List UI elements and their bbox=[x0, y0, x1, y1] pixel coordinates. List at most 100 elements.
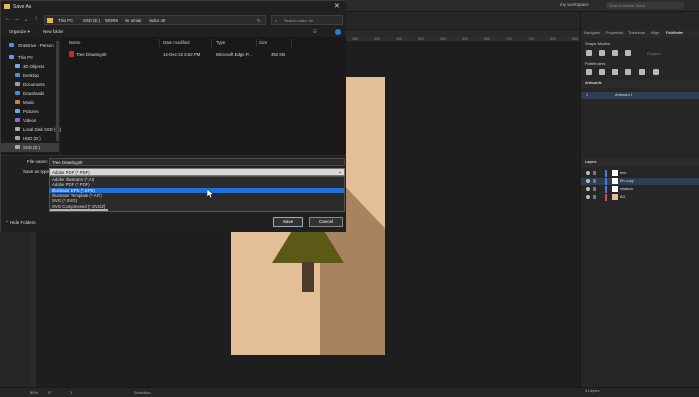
merge-icon[interactable] bbox=[612, 69, 618, 75]
nav-item-music[interactable]: Music bbox=[1, 98, 59, 107]
save-button[interactable]: Save bbox=[273, 217, 303, 227]
ruler-tick-label: 500 bbox=[418, 37, 424, 41]
nav-item-downloads[interactable]: Downloads bbox=[1, 89, 59, 98]
layer-row[interactable]: Bh copy bbox=[581, 178, 699, 185]
tab-properties[interactable]: Properties bbox=[606, 31, 623, 35]
app-window: my workspace Search Adobe Stock 360 400 45… bbox=[0, 0, 699, 397]
expand-button[interactable]: Expand bbox=[647, 51, 661, 56]
help-icon[interactable] bbox=[335, 29, 341, 35]
workspace-switcher[interactable]: my workspace bbox=[560, 2, 589, 7]
view-options-icon[interactable]: ☰ bbox=[313, 29, 317, 35]
layer-row[interactable]: BG bbox=[581, 194, 699, 201]
column-header-size[interactable]: Size bbox=[259, 40, 267, 45]
minus-front-icon[interactable] bbox=[599, 50, 605, 56]
breadcrumb-sir-umair[interactable]: sir umair bbox=[125, 18, 141, 23]
artboard-row-name: Artboard 1 bbox=[615, 93, 633, 97]
column-header-name[interactable]: Name bbox=[69, 40, 80, 45]
layer-thumbnail bbox=[612, 186, 618, 192]
unite-icon[interactable] bbox=[586, 50, 592, 56]
up-button[interactable]: ↑ bbox=[32, 16, 40, 22]
cancel-button[interactable]: Cancel bbox=[309, 217, 343, 227]
tab-align[interactable]: Align bbox=[651, 31, 659, 35]
nav-item-label: 3D Objects bbox=[23, 63, 45, 69]
artboard-row[interactable]: 1 Artboard 1 bbox=[581, 92, 699, 99]
minus-back-icon[interactable] bbox=[653, 69, 659, 75]
exclude-icon[interactable] bbox=[625, 50, 631, 56]
lock-icon[interactable] bbox=[593, 187, 596, 191]
breadcrumb-ssd[interactable]: SSD (E:) bbox=[83, 18, 100, 23]
outline-icon[interactable] bbox=[639, 69, 645, 75]
layer-row[interactable]: tree bbox=[581, 170, 699, 177]
nav-item-label: Pictures bbox=[23, 108, 39, 114]
artboard-number[interactable]: 1 bbox=[70, 390, 72, 395]
visibility-icon[interactable] bbox=[586, 179, 590, 183]
command-bar: Organize ▾ New folder ☰ bbox=[1, 27, 346, 37]
nav-scrollbar[interactable] bbox=[56, 41, 59, 141]
crop-icon[interactable] bbox=[625, 69, 631, 75]
dropdown-scrollbar[interactable] bbox=[50, 209, 108, 211]
nav-item-pictures[interactable]: Pictures bbox=[1, 107, 59, 116]
tab-layers[interactable]: Layers bbox=[585, 160, 596, 164]
rotation-value[interactable]: 0° bbox=[48, 390, 52, 395]
tab-navigator[interactable]: Navigator bbox=[584, 31, 600, 35]
tree-trunk[interactable] bbox=[302, 262, 314, 292]
zoom-level[interactable]: 50% bbox=[30, 390, 38, 395]
mouse-cursor-icon bbox=[207, 189, 214, 198]
save-as-type-dropdown: Adobe Illustrator (*.AI) Adobe PDF (*.PD… bbox=[49, 176, 345, 212]
file-name-input[interactable]: Tree Drawing40 bbox=[49, 158, 345, 166]
nav-item-videos[interactable]: Videos bbox=[1, 116, 59, 125]
back-button[interactable]: ← bbox=[4, 16, 12, 22]
nav-item-hdd-d[interactable]: HDD (D:) bbox=[1, 134, 59, 143]
drive-icon bbox=[15, 136, 20, 140]
layers-panel-header: Layers bbox=[581, 159, 699, 167]
stock-search-input[interactable]: Search Adobe Stock bbox=[606, 2, 684, 9]
save-as-type-select[interactable]: Adobe PDF (*.PDF) ⌄ bbox=[49, 168, 345, 176]
divide-icon[interactable] bbox=[586, 69, 592, 75]
breadcrumb-video-40[interactable]: video 40 bbox=[149, 18, 165, 23]
visibility-icon[interactable] bbox=[586, 195, 590, 199]
column-divider[interactable] bbox=[159, 39, 160, 47]
forward-button[interactable]: → bbox=[13, 16, 21, 22]
new-folder-button[interactable]: New folder bbox=[43, 29, 64, 34]
visibility-icon[interactable] bbox=[586, 171, 590, 175]
nav-item-documents[interactable]: Documents bbox=[1, 80, 59, 89]
tab-pathfinder[interactable]: Pathfinder bbox=[666, 31, 683, 35]
column-divider[interactable] bbox=[211, 39, 212, 47]
nav-item-this-pc[interactable]: This PC bbox=[1, 53, 59, 62]
hide-folders-button[interactable]: ⌃ Hide Folders bbox=[5, 220, 36, 226]
column-header-type[interactable]: Type bbox=[216, 40, 225, 45]
tab-artboards[interactable]: Artboards bbox=[585, 81, 601, 85]
file-size: 392 KB bbox=[271, 52, 286, 57]
column-divider[interactable] bbox=[256, 39, 257, 47]
refresh-icon[interactable]: ↻ bbox=[257, 18, 261, 24]
organize-button[interactable]: Organize ▾ bbox=[9, 29, 30, 35]
intersect-icon[interactable] bbox=[612, 50, 618, 56]
visibility-icon[interactable] bbox=[586, 187, 590, 191]
address-bar[interactable]: This PC SSD (E:) WORK sir umair video 40… bbox=[44, 15, 266, 25]
breadcrumb-work[interactable]: WORK bbox=[105, 18, 118, 23]
lock-icon[interactable] bbox=[593, 195, 596, 199]
recent-dropdown-button[interactable]: ⌄ bbox=[22, 16, 30, 23]
lock-icon[interactable] bbox=[593, 171, 596, 175]
nav-item-local-disk-c[interactable]: Local Disk SSD (C:) bbox=[1, 125, 61, 134]
nav-item-desktop[interactable]: Desktop bbox=[1, 71, 59, 80]
nav-item-ssd-e[interactable]: SSD (E:) bbox=[1, 143, 59, 152]
search-input[interactable]: ⌕ Search video 40 bbox=[271, 15, 343, 25]
music-icon bbox=[15, 100, 20, 104]
breadcrumb-this-pc[interactable]: This PC bbox=[58, 18, 73, 23]
layer-row[interactable]: shadow bbox=[581, 186, 699, 193]
close-button[interactable]: ✕ bbox=[334, 2, 340, 10]
column-divider[interactable] bbox=[291, 39, 292, 47]
picture-icon bbox=[15, 109, 20, 113]
save-as-type-label: Save as type: bbox=[23, 169, 51, 174]
tab-transform[interactable]: Transform bbox=[628, 31, 645, 35]
nav-item-3d-objects[interactable]: 3D Objects bbox=[1, 62, 59, 71]
nav-item-onedrive[interactable]: OneDrive - Person bbox=[1, 41, 59, 50]
column-header-date[interactable]: Date modified bbox=[163, 40, 190, 45]
ruler-tick-label: 650 bbox=[484, 37, 490, 41]
file-name[interactable]: Tree Drawing40 bbox=[76, 52, 106, 57]
trim-icon[interactable] bbox=[599, 69, 605, 75]
lock-icon[interactable] bbox=[593, 179, 596, 183]
type-option[interactable]: SVG Compressed (*.SVGZ) bbox=[50, 204, 344, 209]
nav-item-label: HDD (D:) bbox=[23, 135, 41, 141]
